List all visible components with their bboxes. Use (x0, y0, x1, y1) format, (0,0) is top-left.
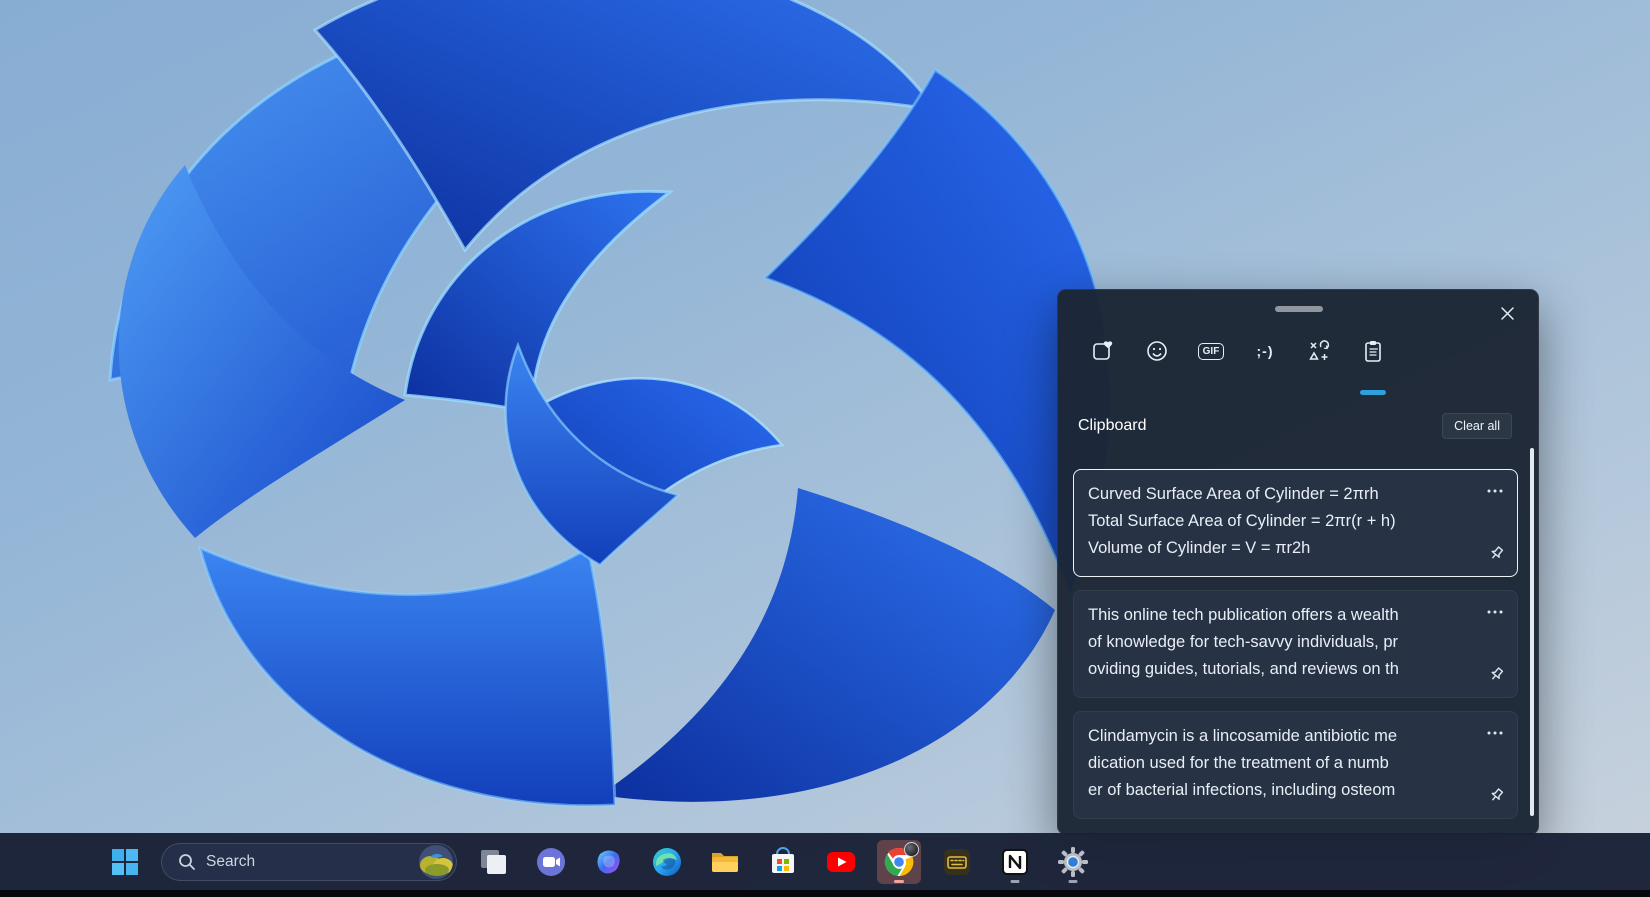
clipboard-item-line: of knowledge for tech-savvy individuals,… (1088, 629, 1471, 656)
start-button[interactable] (103, 840, 147, 884)
tab-symbols[interactable] (1304, 334, 1334, 368)
clipboard-flyout: GIF ;-) (1057, 289, 1539, 835)
copilot-icon (593, 846, 625, 878)
edge-icon (651, 846, 683, 878)
selected-tab-indicator (1360, 390, 1386, 395)
settings-gear-icon (1057, 846, 1089, 878)
clipboard-item-line: This online tech publication offers a we… (1088, 602, 1471, 629)
clipboard-item-line: oviding guides, tutorials, and reviews o… (1088, 656, 1471, 683)
emoji-smiley-icon (1145, 339, 1169, 363)
more-options-icon[interactable] (1485, 726, 1505, 740)
tab-clipboard[interactable] (1358, 334, 1388, 368)
clipboard-item-line: dication used for the treatment of a num… (1088, 750, 1471, 777)
taskbar: Search (0, 833, 1650, 890)
desktop: GIF ;-) (0, 0, 1650, 897)
running-indicator (894, 880, 904, 883)
file-explorer-icon (709, 846, 741, 878)
microsoft-store-button[interactable] (761, 840, 805, 884)
more-options-icon[interactable] (1485, 484, 1505, 498)
notion-button[interactable] (993, 840, 1037, 884)
more-options-icon[interactable] (1485, 605, 1505, 619)
clipboard-title: Clipboard (1078, 417, 1146, 435)
file-explorer-button[interactable] (703, 840, 747, 884)
edge-button[interactable] (645, 840, 689, 884)
scrollbar[interactable] (1530, 448, 1534, 816)
running-indicator (1069, 880, 1078, 883)
input-picker-tabs: GIF ;-) (1088, 334, 1388, 368)
task-view-icon (478, 847, 508, 877)
settings-button[interactable] (1051, 840, 1095, 884)
clipboard-item-line: Total Surface Area of Cylinder = 2πr(r +… (1088, 508, 1471, 535)
youtube-icon (825, 846, 857, 878)
tab-kaomoji[interactable]: ;-) (1250, 334, 1280, 368)
clipboard-item-line: Curved Surface Area of Cylinder = 2πrh (1088, 481, 1471, 508)
clipboard-item-line: Clindamycin is a lincosamide antibiotic … (1088, 723, 1471, 750)
clipboard-item-line: er of bacterial infections, including os… (1088, 777, 1471, 804)
clipboard-item[interactable]: Clindamycin is a lincosamide antibiotic … (1073, 711, 1518, 819)
screen-edge (0, 890, 1650, 897)
pin-icon[interactable] (1486, 665, 1506, 685)
pin-icon[interactable] (1486, 544, 1506, 564)
gif-icon: GIF (1198, 343, 1225, 360)
copilot-button[interactable] (587, 840, 631, 884)
youtube-button[interactable] (819, 840, 863, 884)
search-icon (178, 853, 196, 871)
close-icon[interactable] (1494, 300, 1520, 326)
microsoft-store-icon (767, 846, 799, 878)
search-box[interactable]: Search (161, 843, 457, 881)
clipboard-history-list: Curved Surface Area of Cylinder = 2πrh T… (1073, 469, 1518, 819)
task-view-button[interactable] (471, 840, 515, 884)
clipboard-item-line: Volume of Cylinder = V = πr2h (1088, 535, 1471, 562)
clipboard-item[interactable]: Curved Surface Area of Cylinder = 2πrh T… (1073, 469, 1518, 577)
bing-daily-image-thumbnail[interactable] (419, 845, 453, 879)
chat-button[interactable] (529, 840, 573, 884)
pin-icon[interactable] (1486, 786, 1506, 806)
chrome-profile-avatar (904, 842, 919, 857)
clipboard-item[interactable]: This online tech publication offers a we… (1073, 590, 1518, 698)
tab-emoji[interactable] (1142, 334, 1172, 368)
running-indicator (1011, 880, 1020, 883)
chrome-button[interactable] (877, 840, 921, 884)
keyboard-app-button[interactable] (935, 840, 979, 884)
chat-icon (535, 846, 567, 878)
search-placeholder: Search (206, 853, 409, 871)
drag-handle[interactable] (1275, 306, 1323, 312)
symbols-icon (1307, 339, 1331, 363)
recent-heart-icon (1091, 339, 1115, 363)
clear-all-button[interactable]: Clear all (1442, 413, 1512, 439)
tab-recent[interactable] (1088, 334, 1118, 368)
clipboard-header: Clipboard Clear all (1078, 410, 1512, 442)
kaomoji-icon: ;-) (1257, 343, 1274, 359)
clipboard-icon (1361, 339, 1385, 363)
keyboard-app-icon (942, 847, 972, 877)
start-icon (111, 848, 139, 876)
tab-gif[interactable]: GIF (1196, 334, 1226, 368)
notion-icon (1000, 847, 1030, 877)
